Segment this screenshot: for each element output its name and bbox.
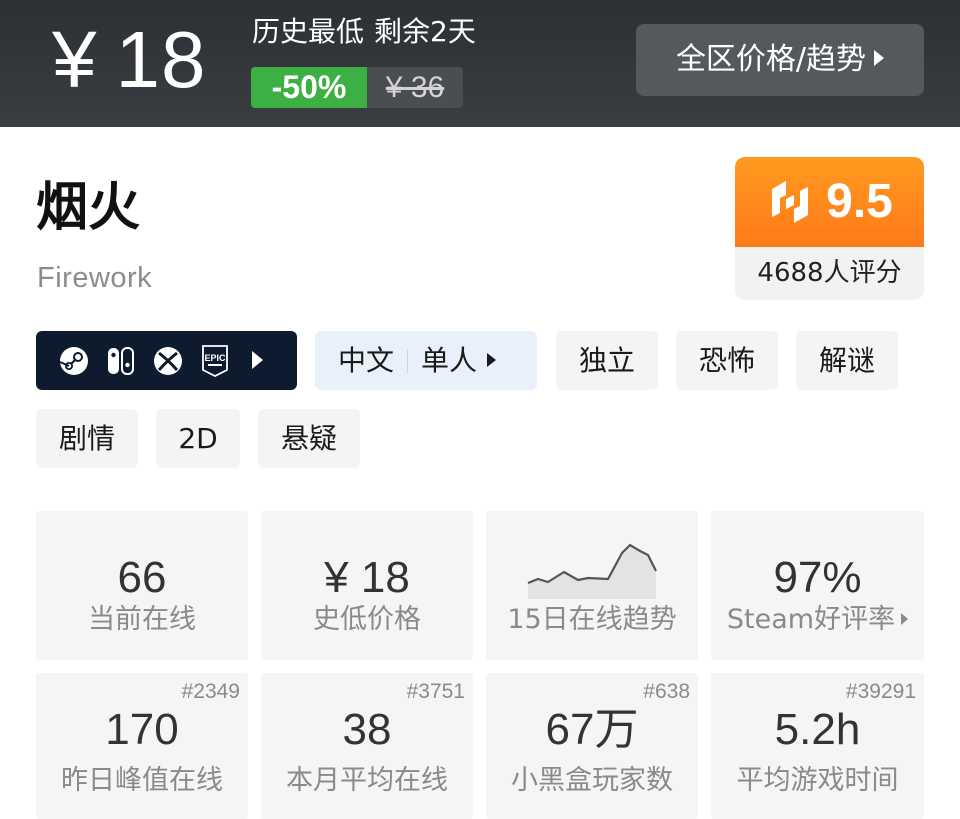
- stat-average-playtime[interactable]: #39291 5.2h 平均游戏时间: [711, 673, 924, 819]
- game-subtitle: Firework: [37, 262, 153, 294]
- region-price-trend-button[interactable]: 全区价格/趋势: [636, 24, 924, 96]
- language-mode-tag[interactable]: 中文 单人: [315, 331, 537, 390]
- original-price: ¥ 36: [367, 67, 463, 108]
- rating-count: 4688人评分: [757, 258, 902, 288]
- stat-value: 67万: [545, 705, 639, 754]
- caret-right-icon: [901, 612, 909, 625]
- currency-symbol: ¥: [52, 15, 98, 104]
- lowest-price-label: 历史最低: [252, 15, 365, 48]
- stat-label: 平均游戏时间: [736, 765, 899, 796]
- score-card[interactable]: 9.5 4688人评分: [735, 157, 924, 300]
- xbox-icon: [152, 345, 184, 377]
- score-header: 9.5: [735, 157, 924, 247]
- price-bar: ¥18 历史最低 剩余2天 -50% ¥ 36 全区价格/趋势: [0, 0, 960, 127]
- discount-badge: -50% ¥ 36: [251, 67, 463, 108]
- stat-label: 小黑盒玩家数: [511, 765, 673, 796]
- caret-right-icon: [874, 49, 885, 66]
- stat-rank: #2349: [181, 680, 240, 703]
- remaining-days-label: 剩余2天: [374, 15, 476, 48]
- stat-label: 史低价格: [313, 604, 421, 635]
- score-value: 9.5: [826, 175, 893, 228]
- tag-indie[interactable]: 独立: [556, 331, 658, 390]
- stat-label: 15日在线趋势: [507, 604, 677, 635]
- stat-rank: #638: [643, 680, 690, 703]
- tag-suspense[interactable]: 悬疑: [258, 409, 360, 468]
- stat-label: 当前在线: [88, 604, 196, 635]
- tag-2d[interactable]: 2D: [156, 409, 240, 468]
- current-price: ¥18: [52, 10, 206, 110]
- stat-steam-rating[interactable]: 97% Steam好评率: [711, 511, 924, 660]
- stat-value: 66: [117, 553, 167, 602]
- steam-icon: [58, 345, 90, 377]
- tag-horror[interactable]: 恐怖: [676, 331, 778, 390]
- stat-value: 97%: [773, 553, 862, 602]
- language-label: 中文: [338, 344, 395, 377]
- stat-current-online[interactable]: 66 当前在线: [36, 511, 248, 660]
- stat-yesterday-peak[interactable]: #2349 170 昨日峰值在线: [36, 673, 248, 819]
- tag-divider: [407, 348, 409, 373]
- stat-heybox-players[interactable]: #638 67万 小黑盒玩家数: [486, 673, 698, 819]
- stat-label: Steam好评率: [711, 603, 924, 637]
- stat-lowest-price[interactable]: ¥ 18 史低价格: [261, 511, 473, 660]
- stat-online-trend[interactable]: 15日在线趋势: [486, 511, 698, 660]
- epic-logo-text: EPIC: [204, 353, 226, 363]
- stat-value: ¥ 18: [324, 553, 410, 602]
- game-title: 烟火: [36, 178, 141, 238]
- stat-value: 170: [105, 705, 179, 754]
- tag-story[interactable]: 剧情: [36, 409, 138, 468]
- price-history-label: 历史最低 剩余2天: [252, 14, 476, 50]
- mode-label: 单人: [421, 344, 478, 377]
- stat-rank: #39291: [845, 680, 916, 703]
- caret-right-icon: [252, 351, 263, 371]
- trend-sparkline: [527, 543, 657, 599]
- caret-right-icon: [487, 352, 497, 367]
- heybox-logo-icon: [772, 181, 809, 223]
- stat-month-average[interactable]: #3751 38 本月平均在线: [261, 673, 473, 819]
- platform-tag[interactable]: EPIC: [36, 331, 297, 390]
- stat-label: 昨日峰值在线: [61, 765, 223, 796]
- discount-percent: -50%: [251, 67, 367, 108]
- epic-icon: EPIC: [199, 344, 231, 377]
- current-price-value: 18: [115, 15, 207, 104]
- stat-label-text: Steam好评率: [726, 604, 896, 635]
- stat-value: 5.2h: [774, 705, 861, 754]
- tag-puzzle[interactable]: 解谜: [796, 331, 898, 390]
- stat-label: 本月平均在线: [286, 765, 448, 796]
- stat-value: 38: [342, 705, 392, 754]
- region-price-trend-label: 全区价格/趋势: [675, 42, 867, 77]
- switch-icon: [105, 345, 137, 377]
- stat-rank: #3751: [406, 680, 465, 703]
